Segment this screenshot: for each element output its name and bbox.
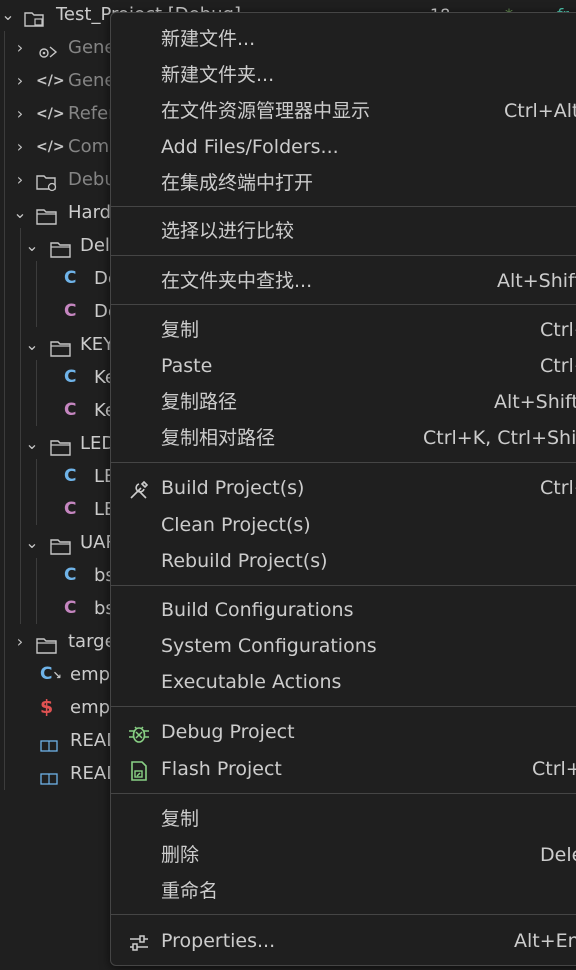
chevron-down-icon: ⌄ bbox=[13, 203, 27, 222]
menu-separator bbox=[111, 206, 576, 207]
menu-item-flash-project[interactable]: Flash Project Ctrl+F5 bbox=[111, 751, 576, 787]
menu-item-clean-project[interactable]: Clean Project(s) bbox=[111, 507, 576, 543]
menu-item-copy-path[interactable]: 复制路径 Alt+Shift+C bbox=[111, 384, 576, 420]
syscfg-icon: $ bbox=[40, 696, 54, 718]
menu-item-system-configurations[interactable]: System Configurations bbox=[111, 628, 576, 664]
menu-item-build-project[interactable]: Build Project(s) Ctrl+B bbox=[111, 470, 576, 506]
menu-item-copy-relative-path[interactable]: 复制相对路径 Ctrl+K, Ctrl+Shift+C bbox=[111, 420, 576, 456]
menu-separator bbox=[111, 706, 576, 707]
c-config-icon: C↘ bbox=[40, 664, 62, 684]
menu-item-copy[interactable]: 复制 bbox=[111, 801, 576, 837]
chevron-right-icon: › bbox=[16, 71, 24, 90]
chevron-down-icon: ⌄ bbox=[1, 5, 15, 24]
menu-item-rename[interactable]: 重命名 bbox=[111, 873, 576, 909]
folder-icon bbox=[50, 534, 71, 555]
bug-icon bbox=[127, 721, 151, 743]
menu-item-cut[interactable]: 复制 Ctrl+X bbox=[111, 312, 576, 348]
chevron-down-icon: ⌄ bbox=[25, 533, 39, 552]
menu-separator bbox=[111, 304, 576, 305]
menu-item-new-file[interactable]: 新建文件... bbox=[111, 21, 576, 57]
menu-separator bbox=[111, 255, 576, 256]
code-icon: </> bbox=[36, 139, 65, 155]
menu-item-new-folder[interactable]: 新建文件夹... bbox=[111, 57, 576, 93]
c-header-icon: C bbox=[64, 400, 77, 420]
wrench-screwdriver-icon bbox=[127, 477, 151, 499]
c-source-icon: C bbox=[64, 367, 77, 387]
flash-file-icon bbox=[127, 758, 151, 781]
menu-item-reveal-in-explorer[interactable]: 在文件资源管理器中显示 Ctrl+Alt+R bbox=[111, 93, 576, 129]
c-source-icon: C bbox=[64, 466, 77, 486]
menu-item-debug-project[interactable]: Debug Project bbox=[111, 714, 576, 750]
project-folder-icon bbox=[24, 6, 44, 27]
c-header-icon: C bbox=[64, 598, 77, 618]
c-header-icon: C bbox=[64, 499, 77, 519]
menu-item-select-compare[interactable]: 选择以进行比较 bbox=[111, 213, 576, 249]
folder-icon bbox=[50, 336, 71, 357]
chevron-down-icon: ⌄ bbox=[25, 434, 39, 453]
book-icon bbox=[40, 765, 60, 785]
chevron-right-icon: › bbox=[16, 170, 24, 189]
menu-item-executable-actions[interactable]: Executable Actions bbox=[111, 664, 576, 700]
context-menu: 新建文件... 新建文件夹... 在文件资源管理器中显示 Ctrl+Alt+R … bbox=[110, 12, 576, 966]
book-icon bbox=[40, 732, 60, 752]
menu-item-build-configurations[interactable]: Build Configurations bbox=[111, 592, 576, 628]
folder-icon bbox=[36, 633, 57, 654]
menu-separator bbox=[111, 914, 576, 915]
menu-item-rebuild-project[interactable]: Rebuild Project(s) bbox=[111, 543, 576, 579]
menu-item-open-terminal[interactable]: 在集成终端中打开 bbox=[111, 165, 576, 201]
chevron-right-icon: › bbox=[16, 137, 24, 156]
menu-item-find-in-folder[interactable]: 在文件夹中查找... Alt+Shift+F bbox=[111, 263, 576, 299]
folder-icon bbox=[50, 237, 71, 258]
chevron-down-icon: ⌄ bbox=[25, 236, 39, 255]
code-icon: </> bbox=[36, 73, 65, 89]
folder-icon bbox=[36, 204, 57, 225]
chevron-right-icon: › bbox=[16, 104, 24, 123]
menu-separator bbox=[111, 585, 576, 586]
chevron-down-icon: ⌄ bbox=[25, 335, 39, 354]
c-source-icon: C bbox=[64, 565, 77, 585]
c-source-icon: C bbox=[64, 268, 77, 288]
menu-item-paste[interactable]: Paste Ctrl+V bbox=[111, 348, 576, 384]
vscode-window: ⌄ Test_Project [Debug] 18 * fr › Generat… bbox=[0, 0, 576, 970]
gear-folder-icon bbox=[36, 39, 58, 58]
chevron-right-icon: › bbox=[16, 38, 24, 57]
folder-icon bbox=[50, 435, 71, 456]
gear-folder-icon bbox=[36, 171, 57, 192]
menu-item-delete[interactable]: 删除 Delete bbox=[111, 837, 576, 873]
menu-separator bbox=[111, 462, 576, 463]
code-icon: </> bbox=[36, 106, 65, 122]
chevron-right-icon: › bbox=[16, 632, 24, 651]
menu-separator bbox=[111, 793, 576, 794]
menu-item-properties[interactable]: Properties... Alt+Enter bbox=[111, 923, 576, 959]
menu-item-add-files[interactable]: Add Files/Folders... bbox=[111, 129, 576, 165]
sliders-icon bbox=[127, 930, 151, 952]
c-header-icon: C bbox=[64, 301, 77, 321]
